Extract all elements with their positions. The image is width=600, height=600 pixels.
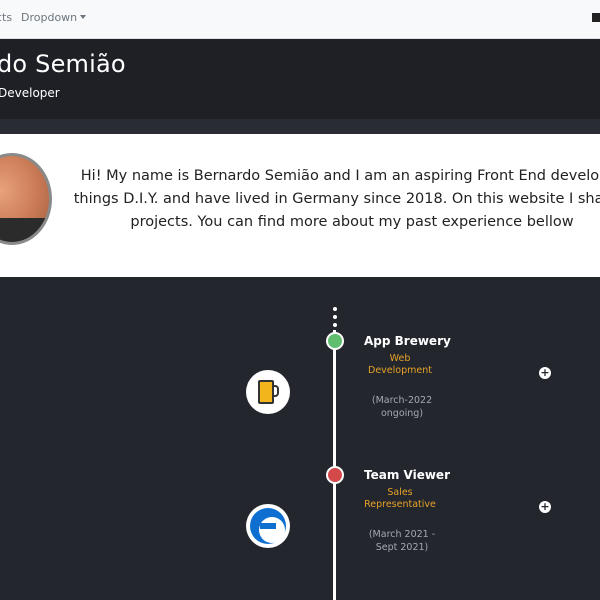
timeline-node xyxy=(326,466,344,484)
nav-dropdown[interactable]: Dropdown xyxy=(21,11,87,24)
caret-down-icon xyxy=(80,15,87,19)
page-title: do Semião xyxy=(0,50,126,78)
timeline-line xyxy=(333,330,336,600)
timeline-section xyxy=(0,277,600,600)
timeline-period-line: (March-2022 xyxy=(371,395,433,406)
page-subtitle: Developer xyxy=(0,86,60,100)
timeline-period-line: Sept 2021) xyxy=(375,542,429,553)
nav-dropdown-label: Dropdown xyxy=(21,11,78,24)
timeline-role: Web Development xyxy=(360,353,440,377)
timeline-role-line: Sales xyxy=(387,487,413,498)
timeline-period: (March 2021 - Sept 2021) xyxy=(360,528,444,554)
mail-icon[interactable] xyxy=(592,13,600,22)
timeline-role-line: Web xyxy=(389,353,411,364)
header-divider xyxy=(0,119,600,134)
timeline-dot xyxy=(333,323,337,327)
teamviewer-icon-inner xyxy=(259,517,285,543)
about-line: Hi! My name is Bernardo Semião and I am … xyxy=(80,168,600,184)
timeline-role-line: Representative xyxy=(364,499,436,510)
about-line: things D.I.Y. and have lived in Germany … xyxy=(73,191,600,207)
timeline-role: Sales Representative xyxy=(360,487,440,511)
nav-link-projects[interactable]: cts xyxy=(0,11,12,24)
avatar-shirt xyxy=(0,218,49,242)
timeline-period-line: (March 2021 - xyxy=(368,529,436,540)
timeline-dot xyxy=(333,307,337,311)
timeline-period: (March-2022 ongoing) xyxy=(360,394,444,420)
navbar: cts Dropdown xyxy=(0,0,600,39)
company-logo xyxy=(246,504,290,548)
teamviewer-arrow xyxy=(260,523,276,529)
timeline-period-line: ongoing) xyxy=(380,408,424,419)
about-text: Hi! My name is Bernardo Semião and I am … xyxy=(72,165,600,234)
beer-mug-handle xyxy=(272,385,279,397)
company-logo xyxy=(246,370,290,414)
timeline-role-line: Development xyxy=(368,365,432,376)
timeline-node xyxy=(326,332,344,350)
about-line: projects. You can find more about my pas… xyxy=(130,214,574,230)
timeline-company: Team Viewer xyxy=(364,468,450,482)
expand-button[interactable]: + xyxy=(539,501,551,513)
timeline-dot xyxy=(333,315,337,319)
expand-button[interactable]: + xyxy=(539,367,551,379)
timeline-company: App Brewery xyxy=(364,334,451,348)
